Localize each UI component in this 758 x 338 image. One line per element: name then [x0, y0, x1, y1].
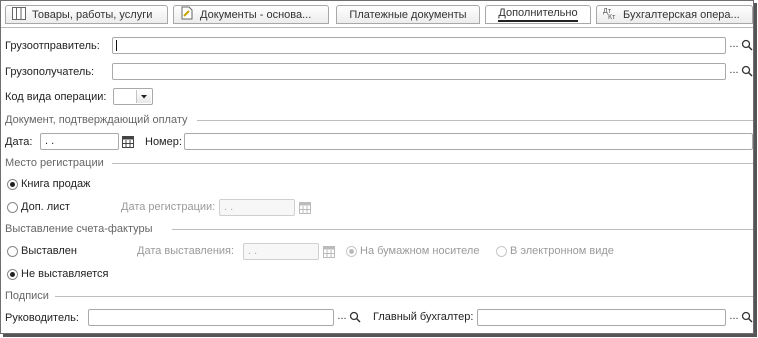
payment-doc-group-title: Документ, подтверждающий оплату	[5, 113, 188, 127]
dropdown-button[interactable]	[136, 90, 151, 103]
tab-label: Документы - основа...	[200, 8, 312, 21]
search-icon[interactable]	[741, 310, 753, 325]
table-icon	[12, 6, 26, 23]
radio-extra-sheet-label[interactable]: Доп. лист	[21, 201, 70, 213]
calendar-icon[interactable]	[299, 202, 311, 214]
head-label: Руководитель:	[5, 312, 79, 324]
radio-electronic[interactable]	[496, 246, 507, 257]
radio-issued[interactable]	[7, 246, 18, 257]
registration-group-title: Место регистрации	[5, 156, 104, 170]
tab-label: Товары, работы, услуги	[32, 8, 153, 21]
chevron-down-icon	[141, 95, 147, 99]
shipper-select-button[interactable]: ...	[728, 38, 740, 53]
radio-not-issued-label[interactable]: Не выставляется	[21, 268, 109, 280]
document-icon	[180, 6, 194, 23]
radio-electronic-label[interactable]: В электронном виде	[510, 245, 614, 257]
radio-paper-medium[interactable]	[346, 246, 357, 257]
registration-date-label: Дата регистрации:	[121, 201, 216, 213]
tab-base-documents[interactable]: Документы - основа...	[173, 5, 329, 24]
group-divider	[112, 163, 753, 164]
tab-strip: Товары, работы, услуги Документы - основ…	[1, 1, 753, 28]
group-divider	[172, 229, 753, 230]
payment-date-field[interactable]: . .	[40, 133, 119, 150]
payment-date-label: Дата:	[5, 136, 33, 148]
tab-accounting-entry[interactable]: Дт Кт Бухгалтерская опера...	[596, 5, 753, 24]
shipper-field[interactable]	[112, 37, 726, 54]
accountant-field[interactable]	[477, 309, 726, 326]
issue-date-field[interactable]: . .	[243, 243, 319, 260]
tab-label: Бухгалтерская опера...	[623, 8, 740, 21]
group-divider	[197, 120, 753, 121]
search-icon[interactable]	[349, 310, 361, 325]
accounting-entry-icon: Дт Кт	[603, 6, 617, 23]
accountant-label: Главный бухгалтер:	[373, 311, 474, 323]
accountant-select-button[interactable]: ...	[728, 310, 740, 325]
signatures-group-title: Подписи	[5, 289, 49, 303]
registration-group-label: Место регистрации	[5, 157, 104, 169]
group-divider	[55, 296, 753, 297]
search-icon[interactable]	[741, 38, 753, 53]
consignee-field[interactable]	[112, 63, 726, 80]
tab-goods-works-services[interactable]: Товары, работы, услуги	[5, 5, 168, 24]
text-cursor	[116, 40, 117, 51]
radio-sales-book[interactable]	[7, 179, 18, 190]
operation-code-row: Код вида операции:	[5, 88, 106, 106]
consignee-select-button[interactable]: ...	[728, 64, 740, 79]
signatures-group-label: Подписи	[5, 290, 49, 302]
invoice-group-title: Выставление счета-фактуры	[5, 222, 153, 236]
radio-issued-label[interactable]: Выставлен	[21, 245, 77, 257]
tab-label: Платежные документы	[349, 8, 467, 21]
payment-date-row: Дата:	[5, 133, 32, 151]
shipper-label: Грузоотправитель:	[5, 40, 100, 52]
payment-number-field[interactable]	[184, 133, 753, 150]
radio-sales-book-label[interactable]: Книга продаж	[21, 178, 90, 190]
tab-payment-documents[interactable]: Платежные документы	[336, 5, 480, 24]
invoice-group-label: Выставление счета-фактуры	[5, 223, 153, 235]
head-select-button[interactable]: ...	[336, 310, 348, 325]
issue-date-label: Дата выставления:	[137, 245, 235, 257]
registration-date-field[interactable]: . .	[219, 199, 295, 216]
payment-number-label: Номер:	[145, 136, 182, 148]
calendar-icon[interactable]	[122, 136, 134, 148]
operation-code-field[interactable]	[113, 88, 153, 105]
operation-code-label: Код вида операции:	[5, 91, 107, 103]
registration-date-value: . .	[224, 201, 234, 213]
search-icon[interactable]	[741, 64, 753, 79]
tab-label: Дополнительно	[498, 7, 578, 22]
tab-additional[interactable]: Дополнительно	[485, 5, 591, 24]
shipper-row: Грузоотправитель:	[5, 37, 100, 55]
head-row: Руководитель:	[5, 309, 79, 327]
radio-paper-medium-label[interactable]: На бумажном носителе	[360, 245, 479, 257]
issue-date-value: . .	[248, 245, 258, 257]
form-window: Товары, работы, услуги Документы - основ…	[0, 0, 754, 334]
consignee-label: Грузополучатель:	[5, 66, 95, 78]
calendar-icon[interactable]	[323, 246, 335, 258]
payment-doc-group-label: Документ, подтверждающий оплату	[5, 114, 188, 126]
radio-extra-sheet[interactable]	[7, 202, 18, 213]
head-field[interactable]	[88, 309, 334, 326]
consignee-row: Грузополучатель:	[5, 63, 94, 81]
payment-date-value: . .	[45, 135, 55, 147]
payment-number-row: Номер:	[145, 133, 182, 151]
radio-not-issued[interactable]	[7, 269, 18, 280]
svg-text:Кт: Кт	[608, 14, 616, 20]
